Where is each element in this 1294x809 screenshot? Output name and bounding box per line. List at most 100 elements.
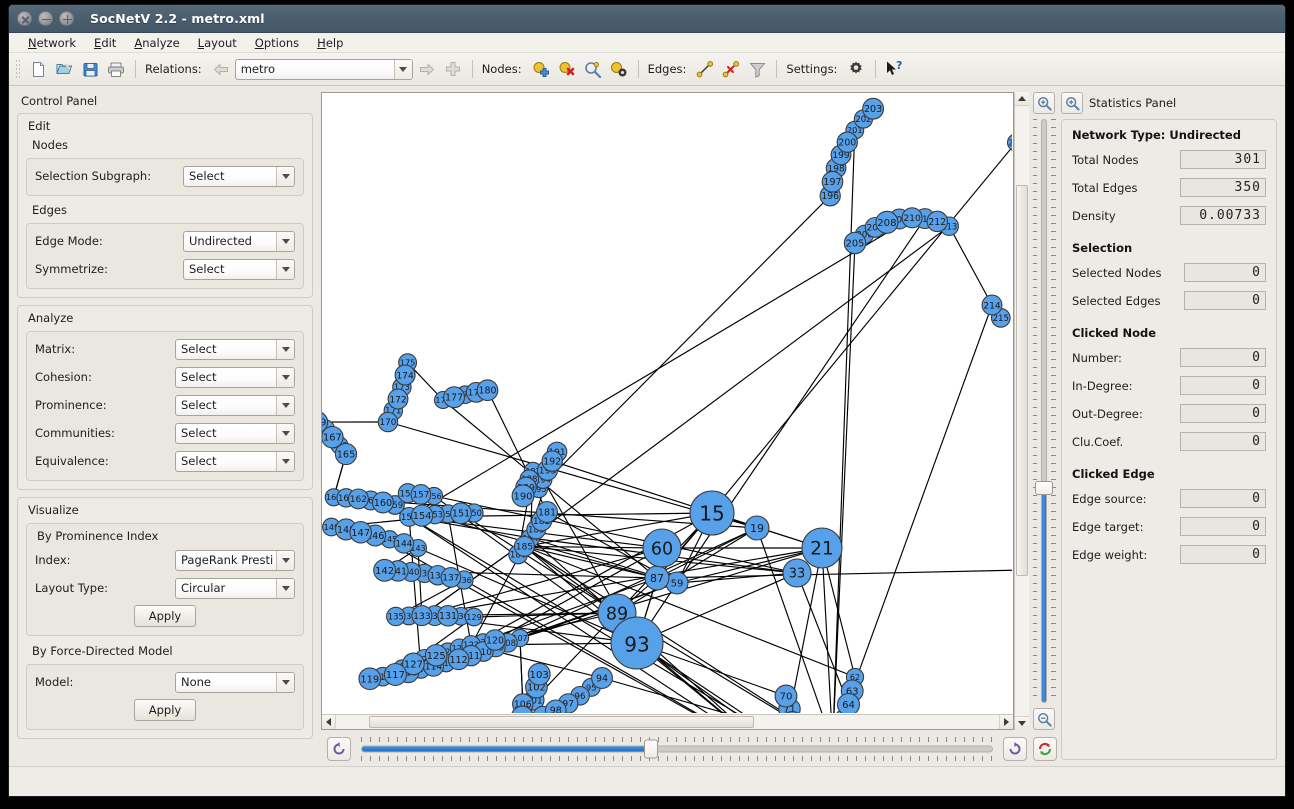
zoom-slider-thumb[interactable] bbox=[1035, 481, 1053, 496]
edge-mode-combobox[interactable]: Undirected bbox=[183, 230, 295, 252]
rotation-slider-groove[interactable] bbox=[361, 745, 993, 753]
chevron-down-icon[interactable] bbox=[276, 451, 294, 471]
reset-layout-icon[interactable] bbox=[1033, 737, 1057, 761]
prominence-label: Prominence: bbox=[35, 398, 107, 412]
chevron-down-icon[interactable] bbox=[276, 672, 294, 692]
nodes-label: Nodes: bbox=[481, 62, 522, 76]
svg-text:200: 200 bbox=[838, 138, 856, 149]
chevron-down-icon[interactable] bbox=[276, 231, 294, 251]
edit-group: Edit Nodes Selection Subgraph: Select Ed… bbox=[17, 113, 313, 298]
menu-network[interactable]: Network bbox=[19, 33, 85, 53]
menu-help[interactable]: Help bbox=[308, 33, 352, 53]
model-combobox[interactable]: None bbox=[175, 671, 295, 693]
force-apply-button[interactable]: Apply bbox=[133, 699, 197, 721]
open-file-icon[interactable] bbox=[52, 57, 76, 81]
prominence-apply-button[interactable]: Apply bbox=[133, 605, 197, 627]
index-label: Index: bbox=[35, 553, 71, 567]
horizontal-scroll-track[interactable] bbox=[336, 715, 999, 729]
chevron-down-icon[interactable] bbox=[276, 339, 294, 359]
close-window-button[interactable] bbox=[17, 11, 32, 26]
rotation-slider-thumb[interactable] bbox=[644, 739, 659, 759]
zoom-in-icon[interactable] bbox=[1061, 92, 1083, 114]
settings-gear-icon[interactable] bbox=[844, 57, 868, 81]
vertical-scroll-track[interactable] bbox=[1015, 106, 1029, 716]
nodes-group-title: Nodes bbox=[32, 138, 69, 152]
remove-edge-icon[interactable] bbox=[719, 57, 743, 81]
index-combobox[interactable]: PageRank Presti bbox=[175, 549, 295, 571]
selected-edges-row: Selected Edges 0 bbox=[1072, 290, 1266, 311]
minimize-window-button[interactable] bbox=[38, 11, 53, 26]
matrix-combobox[interactable]: Select bbox=[175, 338, 295, 360]
total-edges-row: Total Edges 350 bbox=[1072, 177, 1266, 198]
scroll-left-arrow[interactable] bbox=[322, 715, 336, 729]
zoom-in-icon[interactable] bbox=[1033, 92, 1055, 114]
scroll-down-arrow[interactable] bbox=[1015, 716, 1029, 730]
vertical-scroll-thumb[interactable] bbox=[1016, 185, 1028, 576]
maximize-window-button[interactable] bbox=[59, 11, 74, 26]
add-edge-icon[interactable] bbox=[693, 57, 717, 81]
symmetrize-combobox[interactable]: Select bbox=[183, 258, 295, 280]
remove-node-icon[interactable] bbox=[555, 57, 579, 81]
chevron-down-icon[interactable] bbox=[276, 550, 294, 570]
zoom-out-icon[interactable] bbox=[1033, 708, 1055, 730]
next-relation-icon[interactable] bbox=[415, 57, 439, 81]
relations-combobox[interactable]: metro bbox=[234, 58, 413, 80]
visualize-group: Visualize By Prominence Index Index: Pag… bbox=[17, 497, 313, 739]
menu-layout[interactable]: Layout bbox=[189, 33, 246, 53]
filter-edges-icon[interactable] bbox=[745, 57, 769, 81]
selection-subgraph-combobox[interactable]: Select bbox=[183, 165, 295, 187]
toolbar-separator bbox=[471, 60, 473, 78]
menu-options[interactable]: Options bbox=[246, 33, 308, 53]
zoom-vertical-slider[interactable] bbox=[1031, 119, 1057, 703]
menu-bar: Network Edit Analyze Layout Options Help bbox=[9, 33, 1285, 53]
chevron-down-icon[interactable] bbox=[276, 166, 294, 186]
total-nodes-label: Total Nodes bbox=[1072, 152, 1139, 167]
chevron-down-icon[interactable] bbox=[393, 59, 412, 79]
network-canvas[interactable]: 1436522522816617616462761561071211451871… bbox=[322, 93, 1013, 714]
scroll-right-arrow[interactable] bbox=[999, 715, 1013, 729]
equivalence-combobox[interactable]: Select bbox=[175, 450, 295, 472]
chevron-down-icon[interactable] bbox=[276, 367, 294, 387]
node-properties-icon[interactable] bbox=[607, 57, 631, 81]
add-relation-icon[interactable] bbox=[441, 57, 465, 81]
model-label: Model: bbox=[35, 675, 74, 689]
svg-text:215: 215 bbox=[993, 314, 1009, 324]
selection-heading: Selection bbox=[1072, 241, 1133, 255]
communities-combobox[interactable]: Select bbox=[175, 422, 295, 444]
add-node-icon[interactable] bbox=[529, 57, 553, 81]
graph-view-frame: 1436522522816617616462761561071211451871… bbox=[321, 92, 1014, 730]
cohesion-combobox[interactable]: Select bbox=[175, 366, 295, 388]
new-file-icon[interactable] bbox=[26, 57, 50, 81]
svg-text:142: 142 bbox=[375, 566, 394, 577]
chevron-down-icon[interactable] bbox=[276, 259, 294, 279]
chevron-down-icon[interactable] bbox=[276, 578, 294, 598]
toolbar-grip[interactable] bbox=[15, 59, 20, 79]
chevron-down-icon[interactable] bbox=[276, 395, 294, 415]
zoom-slider-groove[interactable] bbox=[1041, 119, 1047, 703]
layout-type-combobox[interactable]: Circular bbox=[175, 577, 295, 599]
graph-vertical-scrollbar[interactable] bbox=[1014, 92, 1029, 730]
relations-label: Relations: bbox=[145, 62, 202, 76]
matrix-label: Matrix: bbox=[35, 342, 76, 356]
layout-type-row: Layout Type: Circular bbox=[35, 577, 295, 599]
print-icon[interactable] bbox=[104, 57, 128, 81]
rotate-right-icon[interactable] bbox=[1003, 737, 1027, 761]
graph-horizontal-scrollbar[interactable] bbox=[322, 714, 1013, 729]
find-node-icon[interactable] bbox=[581, 57, 605, 81]
network-graph[interactable]: 1436522522816617616462761561071211451871… bbox=[322, 93, 1012, 713]
rotation-slider[interactable] bbox=[357, 736, 997, 762]
edge-source-row: Edge source: 0 bbox=[1072, 488, 1266, 509]
symmetrize-label: Symmetrize: bbox=[35, 262, 109, 276]
prominence-row: Prominence: Select bbox=[35, 394, 295, 416]
horizontal-scroll-thumb[interactable] bbox=[369, 716, 754, 728]
rotate-left-icon[interactable] bbox=[327, 737, 351, 761]
menu-edit[interactable]: Edit bbox=[85, 33, 125, 53]
menu-analyze[interactable]: Analyze bbox=[125, 33, 188, 53]
chevron-down-icon[interactable] bbox=[276, 423, 294, 443]
save-file-icon[interactable] bbox=[78, 57, 102, 81]
symmetrize-row: Symmetrize: Select bbox=[35, 258, 295, 280]
previous-relation-icon[interactable] bbox=[209, 57, 233, 81]
scroll-up-arrow[interactable] bbox=[1015, 92, 1029, 106]
whats-this-icon[interactable]: ? bbox=[883, 57, 907, 81]
prominence-combobox[interactable]: Select bbox=[175, 394, 295, 416]
